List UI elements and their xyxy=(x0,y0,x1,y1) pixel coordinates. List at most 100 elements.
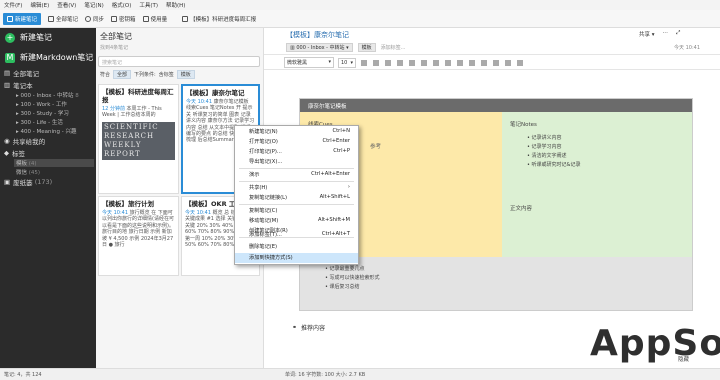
align-icon[interactable] xyxy=(505,59,511,66)
menu-item-present[interactable]: 演示 Ctrl+Alt+Enter xyxy=(235,170,358,180)
strikethrough-icon[interactable] xyxy=(421,59,427,66)
menu-item-shortcut: Alt+Shift+M xyxy=(318,217,350,223)
menu-item-delete[interactable]: 删除笔记(E) xyxy=(235,242,358,252)
note-title-field[interactable]: 【模板】康奈尔笔记 xyxy=(286,30,349,40)
notebook-label: 400 - Meaning - 兴趣 xyxy=(20,129,77,135)
menu-item-label: 复制笔记链接(L) xyxy=(249,195,288,201)
sidebar-tag-wechat[interactable]: 微信 (45) xyxy=(16,168,40,176)
menu-file[interactable]: 文件(F) xyxy=(4,1,22,9)
note-card[interactable]: 【模板】旅行计划 今天 10:41 旅行概览 在 下面可以列出你旅行的详细情(请… xyxy=(98,196,179,276)
underline-icon[interactable] xyxy=(409,59,415,66)
menu-item-export[interactable]: 导出笔记(X)... xyxy=(235,157,358,167)
menu-item-label: 共享(H) xyxy=(249,185,268,191)
menu-edit[interactable]: 编辑(E) xyxy=(30,1,49,9)
menu-item-add-tag[interactable]: 添加标签(T)... Ctrl+Alt+T xyxy=(235,230,358,240)
note-tag-chip[interactable]: 模板 xyxy=(357,43,376,52)
sidebar-item-label: 标签 xyxy=(12,150,25,158)
note-filter: 符合 全部 下列条件: 含标签 模板 xyxy=(100,70,195,79)
note-card-snippet: 今天 10:41 旅行概览 在 下面可以列出你旅行的详细情(请经在可以看是下面的… xyxy=(102,210,175,248)
sidebar-new-note-button[interactable]: + 新建笔记 xyxy=(5,32,52,43)
recommend-icon: ⚭ xyxy=(292,324,298,331)
tag-count: (4) xyxy=(28,161,37,167)
notebook-selector[interactable]: ▥ 000 - Inbox - 中转站 ▾ xyxy=(286,43,353,52)
font-size-select[interactable]: 10 ▾ xyxy=(338,57,356,68)
menu-item-copy-note[interactable]: 复制笔记(C) xyxy=(235,206,358,216)
list-item: 课后复习总结 xyxy=(325,283,380,292)
note-list-title: 全部笔记 xyxy=(100,32,132,41)
note-card-title: 【模板】旅行计划 xyxy=(102,200,154,208)
sidebar-item-notebooks[interactable]: ▥ 笔记本 xyxy=(4,80,33,90)
indent-icon[interactable] xyxy=(517,59,523,66)
expand-icon[interactable]: ⤢ xyxy=(676,30,680,38)
font-family-select[interactable]: 微软雅黑 ▾ xyxy=(284,57,334,68)
filter-contains: 含标签 xyxy=(158,72,174,78)
font-size-value: 10 xyxy=(341,59,348,66)
sidebar-item-label: 全部笔记 xyxy=(13,70,40,78)
sidebar-item-tags[interactable]: ◆ 标签 xyxy=(4,148,25,158)
menu-item-print[interactable]: 打印笔记(P)... Ctrl+P xyxy=(235,147,358,157)
appso-logo: AppSo xyxy=(590,323,720,364)
bold-icon[interactable] xyxy=(385,59,391,66)
usage-button[interactable]: 使用量 xyxy=(142,15,167,23)
sidebar-notebook-inbox[interactable]: ▸ 000 - Inbox - 中转站 8 xyxy=(16,91,79,99)
sidebar-item-all-notes[interactable]: ▤ 全部笔记 xyxy=(4,68,39,78)
note-card[interactable]: 【模板】科研进度每周汇报 12 分钟前 本周工作 - This Week | 工… xyxy=(98,84,179,194)
sidebar-tag-template[interactable]: 模板 (4) xyxy=(14,159,94,167)
highlight-icon[interactable] xyxy=(373,59,379,66)
sidebar-notebook-study[interactable]: ▸ 300 - Study - 学习 xyxy=(16,109,69,117)
menu-separator xyxy=(239,204,354,205)
all-notes-button[interactable]: 全部笔记 xyxy=(48,15,78,23)
sidebar-item-trash[interactable]: ▣ 废纸篓 (173) xyxy=(4,177,52,187)
numbered-list-icon[interactable] xyxy=(445,59,451,66)
sidebar-item-shared[interactable]: ◉ 共享给我的 xyxy=(4,136,45,146)
sidebar-notebook-work[interactable]: ▸ 100 - Work - 工作 xyxy=(16,100,67,108)
sidebar-notebook-meaning[interactable]: ▸ 400 - Meaning - 兴趣 xyxy=(16,127,76,135)
sidebar-notebook-life[interactable]: ▸ 300 - Life - 生活 xyxy=(16,118,63,126)
menu-help[interactable]: 帮助(H) xyxy=(166,1,185,9)
menu-item-new-note[interactable]: 新建笔记(N) Ctrl+N xyxy=(235,127,358,137)
recommended-content[interactable]: ⚭ 推荐内容 xyxy=(292,323,325,332)
menu-item-open-note[interactable]: 打开笔记(O) Ctrl+Enter xyxy=(235,137,358,147)
menu-item-share[interactable]: 共享(H) › xyxy=(235,183,358,193)
keychain-button[interactable]: 密钥箱 xyxy=(111,15,136,23)
share-button[interactable]: 共享 ▾ xyxy=(639,30,655,38)
usage-icon xyxy=(142,15,149,22)
text-color-icon[interactable] xyxy=(361,59,367,66)
attachment-icon[interactable] xyxy=(493,59,499,66)
add-tag-input[interactable]: 添加标签... xyxy=(381,44,406,51)
notes-cell[interactable]: 笔记Notes 记录讲义内容 记录学习内容 清洁的文字阐述 听课或研究时记&记录… xyxy=(502,112,692,257)
sidebar: + 新建笔记 M 新建Markdown笔记 ▤ 全部笔记 ▥ 笔记本 ▸ 000 - I… xyxy=(0,28,96,368)
bullet-list-icon[interactable] xyxy=(433,59,439,66)
sync-icon xyxy=(85,15,92,22)
menu-item-copy-link[interactable]: 复制笔记链接(L) Alt+Shift+L xyxy=(235,193,358,203)
search-input[interactable]: 搜索笔记 xyxy=(98,56,260,67)
key-icon xyxy=(111,15,118,22)
more-icon[interactable]: ⋯ xyxy=(663,30,669,38)
sidebar-item-label: 共享给我的 xyxy=(12,138,46,146)
menu-view[interactable]: 查看(V) xyxy=(57,1,76,9)
menu-item-add-shortcut[interactable]: 添加到快捷方式(S) xyxy=(235,253,358,263)
filter-all-dropdown[interactable]: 全部 xyxy=(113,70,132,79)
sync-button[interactable]: 同步 xyxy=(85,15,104,23)
link-icon[interactable] xyxy=(481,59,487,66)
italic-icon[interactable] xyxy=(397,59,403,66)
menu-separator xyxy=(239,181,354,182)
table-icon[interactable] xyxy=(469,59,475,66)
menu-note[interactable]: 笔记(N) xyxy=(84,1,103,9)
new-note-label: 新建笔记 xyxy=(15,16,38,23)
checkbox-icon[interactable] xyxy=(457,59,463,66)
note-card-title: 【模板】科研进度每周汇报 xyxy=(102,88,174,104)
notes-label: 笔记Notes xyxy=(510,122,537,128)
toolbar-breadcrumb[interactable]: 【模板】科研进度每周汇报 xyxy=(182,15,256,23)
breadcrumb-label: 【模板】科研进度每周汇报 xyxy=(190,16,257,23)
menu-item-label: 打开笔记(O) xyxy=(249,139,278,145)
list-item: 记录学习内容 xyxy=(527,143,580,152)
note-card-body: 旅行概览 在 下面可以列出你旅行的详细情(请经在可以看是下面的这些说明和示例)。… xyxy=(102,210,174,249)
new-note-button[interactable]: 新建笔记 xyxy=(3,12,42,25)
filter-tag-chip[interactable]: 模板 xyxy=(176,70,195,79)
hide-label[interactable]: 隐藏 xyxy=(678,355,689,363)
menu-format[interactable]: 格式(O) xyxy=(112,1,132,9)
menu-item-move-note[interactable]: 移动笔记(M) Alt+Shift+M xyxy=(235,216,358,226)
sidebar-new-markdown-button[interactable]: M 新建Markdown笔记 xyxy=(5,52,93,63)
menu-tools[interactable]: 工具(T) xyxy=(139,1,158,9)
